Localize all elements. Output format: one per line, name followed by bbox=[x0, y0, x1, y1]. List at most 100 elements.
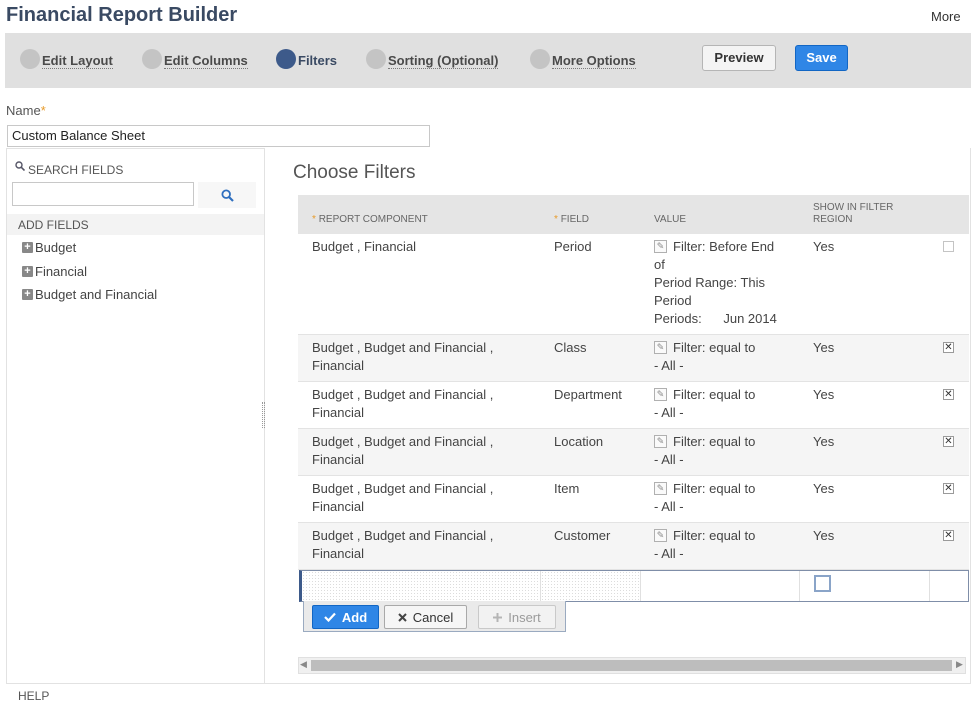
search-fields-label: SEARCH FIELDS bbox=[28, 163, 123, 177]
report-component-cell: Budget , Budget and Financial , Financia… bbox=[312, 433, 493, 469]
report-component-cell: Budget , Budget and Financial , Financia… bbox=[312, 527, 493, 563]
field-input[interactable] bbox=[541, 571, 639, 601]
cancel-button[interactable]: Cancel bbox=[384, 605, 467, 629]
choose-filters-title: Choose Filters bbox=[293, 162, 416, 184]
step-edit-columns[interactable]: Edit Columns bbox=[142, 47, 248, 71]
row-checkbox-checked[interactable]: ✕ bbox=[943, 389, 954, 400]
component-line: Financial bbox=[312, 498, 493, 516]
column-header-field[interactable]: * FIELD bbox=[554, 214, 589, 225]
column-header-value[interactable]: VALUE bbox=[654, 214, 686, 225]
edit-pencil-icon[interactable]: ✎ bbox=[654, 482, 667, 495]
cell-divider bbox=[929, 571, 930, 601]
add-button[interactable]: Add bbox=[312, 605, 379, 629]
x-icon bbox=[398, 613, 407, 622]
step-label: Edit Layout bbox=[42, 54, 113, 69]
search-button[interactable] bbox=[198, 182, 256, 208]
field-cell: Department bbox=[554, 386, 622, 404]
expand-plus-icon[interactable]: + bbox=[22, 242, 33, 253]
report-component-cell: Budget , Budget and Financial , Financia… bbox=[312, 339, 493, 375]
step-edit-layout[interactable]: Edit Layout bbox=[20, 47, 113, 71]
more-menu-link[interactable]: More bbox=[931, 9, 961, 24]
show-in-filter-cell: Yes bbox=[813, 339, 834, 357]
expand-plus-icon[interactable]: + bbox=[22, 289, 33, 300]
step-indicator-icon bbox=[530, 49, 550, 69]
magnifier-icon bbox=[15, 161, 25, 171]
field-cell: Item bbox=[554, 480, 579, 498]
step-filters[interactable]: Filters bbox=[276, 47, 337, 71]
edit-pencil-icon[interactable]: ✎ bbox=[654, 341, 667, 354]
preview-button[interactable]: Preview bbox=[702, 45, 776, 71]
value-cell: ✎Filter: equal to - All - bbox=[654, 386, 755, 422]
component-line: Budget , Budget and Financial , bbox=[312, 386, 493, 404]
scroll-left-icon[interactable]: ◀ bbox=[300, 659, 307, 670]
tree-item-financial[interactable]: +Financial bbox=[22, 264, 87, 279]
cell-divider bbox=[799, 571, 800, 601]
save-button[interactable]: Save bbox=[795, 45, 848, 71]
row-checkbox-checked[interactable]: ✕ bbox=[943, 436, 954, 447]
show-in-filter-cell: Yes bbox=[813, 238, 834, 256]
report-component-cell: Budget , Financial bbox=[312, 238, 416, 256]
row-checkbox-checked[interactable]: ✕ bbox=[943, 342, 954, 353]
step-indicator-icon bbox=[276, 49, 296, 69]
value-line: - All - bbox=[654, 498, 755, 516]
tree-item-budget[interactable]: +Budget bbox=[22, 240, 76, 255]
value-line: Period bbox=[654, 292, 794, 310]
component-line: Budget , Budget and Financial , bbox=[312, 527, 493, 545]
expand-plus-icon[interactable]: + bbox=[22, 266, 33, 277]
name-label: Name* bbox=[6, 103, 46, 118]
value-line: of bbox=[654, 256, 794, 274]
value-cell: ✎Filter: equal to - All - bbox=[654, 527, 755, 563]
value-cell: ✎Filter: Before End of Period Range: Thi… bbox=[654, 238, 794, 328]
page-title: Financial Report Builder bbox=[6, 4, 237, 27]
value-line: Filter: equal to bbox=[673, 528, 755, 543]
show-in-filter-checkbox[interactable] bbox=[814, 575, 831, 592]
required-mark: * bbox=[41, 103, 46, 118]
scrollbar-thumb[interactable] bbox=[311, 660, 952, 671]
scroll-right-icon[interactable]: ▶ bbox=[956, 659, 963, 670]
value-line: Filter: Before End bbox=[673, 239, 774, 254]
row-checkbox-checked[interactable]: ✕ bbox=[943, 483, 954, 494]
report-component-input[interactable] bbox=[302, 571, 539, 601]
help-link[interactable]: HELP bbox=[18, 689, 49, 703]
show-in-filter-cell: Yes bbox=[813, 480, 834, 498]
column-header-show-in-filter-region[interactable]: SHOW IN FILTER REGION bbox=[813, 202, 893, 225]
row-checkbox-checked[interactable]: ✕ bbox=[943, 530, 954, 541]
search-fields-input[interactable] bbox=[12, 182, 194, 206]
field-cell: Period bbox=[554, 238, 592, 256]
value-cell: ✎Filter: equal to - All - bbox=[654, 480, 755, 516]
name-input[interactable]: Custom Balance Sheet bbox=[7, 125, 430, 147]
edit-pencil-icon[interactable]: ✎ bbox=[654, 435, 667, 448]
row-checkbox[interactable] bbox=[943, 241, 954, 252]
cell-divider bbox=[640, 571, 641, 601]
required-mark: * bbox=[554, 214, 558, 225]
tree-item-budget-and-financial[interactable]: +Budget and Financial bbox=[22, 287, 157, 302]
required-mark: * bbox=[312, 214, 316, 225]
edit-pencil-icon[interactable]: ✎ bbox=[654, 240, 667, 253]
name-label-text: Name bbox=[6, 103, 41, 118]
insert-button-label: Insert bbox=[508, 610, 541, 625]
component-line: Financial bbox=[312, 451, 493, 469]
value-cell: ✎Filter: equal to - All - bbox=[654, 433, 755, 469]
component-line: Financial bbox=[312, 404, 493, 422]
edit-pencil-icon[interactable]: ✎ bbox=[654, 388, 667, 401]
value-cell: ✎Filter: equal to - All - bbox=[654, 339, 755, 375]
step-indicator-icon bbox=[142, 49, 162, 69]
component-line: Financial bbox=[312, 545, 493, 563]
tree-item-label: Financial bbox=[35, 264, 87, 279]
edit-pencil-icon[interactable]: ✎ bbox=[654, 529, 667, 542]
step-sorting[interactable]: Sorting (Optional) bbox=[366, 47, 498, 71]
column-header-report-component[interactable]: * REPORT COMPONENT bbox=[312, 214, 428, 225]
step-more-options[interactable]: More Options bbox=[530, 47, 636, 71]
step-label: Edit Columns bbox=[164, 54, 248, 69]
column-header-label: REPORT COMPONENT bbox=[319, 214, 428, 225]
step-label: Filters bbox=[298, 54, 337, 68]
value-line: Periods: Jun 2014 bbox=[654, 310, 794, 328]
tree-item-label: Budget and Financial bbox=[35, 287, 157, 302]
value-line: Filter: equal to bbox=[673, 434, 755, 449]
insert-button[interactable]: Insert bbox=[478, 605, 556, 629]
show-in-filter-cell: Yes bbox=[813, 433, 834, 451]
field-cell: Location bbox=[554, 433, 603, 451]
show-in-filter-cell: Yes bbox=[813, 527, 834, 545]
column-header-label: SHOW IN FILTER bbox=[813, 202, 893, 213]
component-line: Budget , Budget and Financial , bbox=[312, 339, 493, 357]
